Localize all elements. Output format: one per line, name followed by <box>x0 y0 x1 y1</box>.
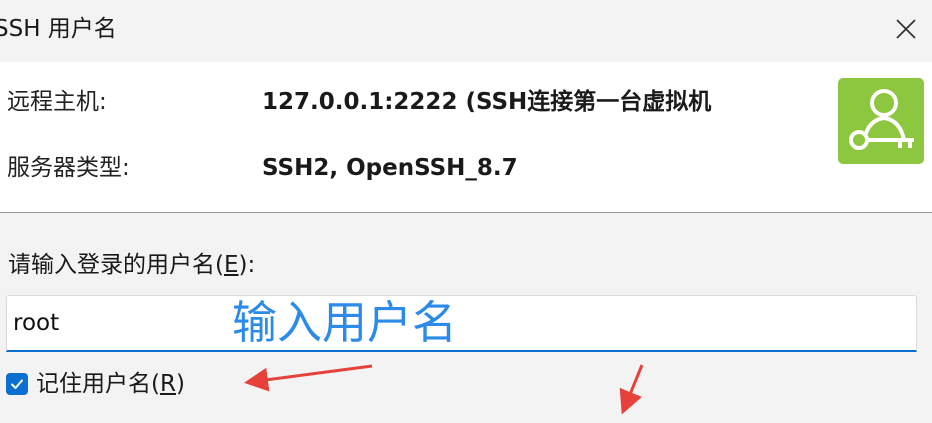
close-icon <box>896 19 916 39</box>
server-type-value: SSH2, OpenSSH_8.7 <box>262 155 518 181</box>
title-bar: SSH 用户名 <box>0 0 932 62</box>
connection-info-panel: 远程主机: 127.0.0.1:2222 (SSH连接第一台虚拟机 服务器类型:… <box>0 62 932 213</box>
user-key-icon <box>838 78 924 164</box>
remember-username-label: 记住用户名(R) <box>36 371 185 397</box>
close-button[interactable] <box>880 0 932 58</box>
checkbox-checked-icon[interactable] <box>6 373 28 395</box>
arrow-down <box>619 364 644 415</box>
arrow-to-checkbox <box>244 364 373 392</box>
remote-host-value: 127.0.0.1:2222 (SSH连接第一台虚拟机 <box>262 89 712 115</box>
username-input[interactable] <box>6 295 917 352</box>
server-type-label: 服务器类型: <box>7 155 130 181</box>
remember-username-checkbox[interactable]: 记住用户名(R) <box>6 368 185 400</box>
remote-host-label: 远程主机: <box>7 89 107 115</box>
ssh-username-dialog: SSH 用户名 远程主机: 127.0.0.1:2222 (SSH连接第一台虚拟… <box>0 0 932 423</box>
window-title: SSH 用户名 <box>0 16 117 42</box>
username-prompt: 请输入登录的用户名(E): <box>8 252 256 278</box>
input-username-annotation: 输入用户名 <box>232 296 458 349</box>
